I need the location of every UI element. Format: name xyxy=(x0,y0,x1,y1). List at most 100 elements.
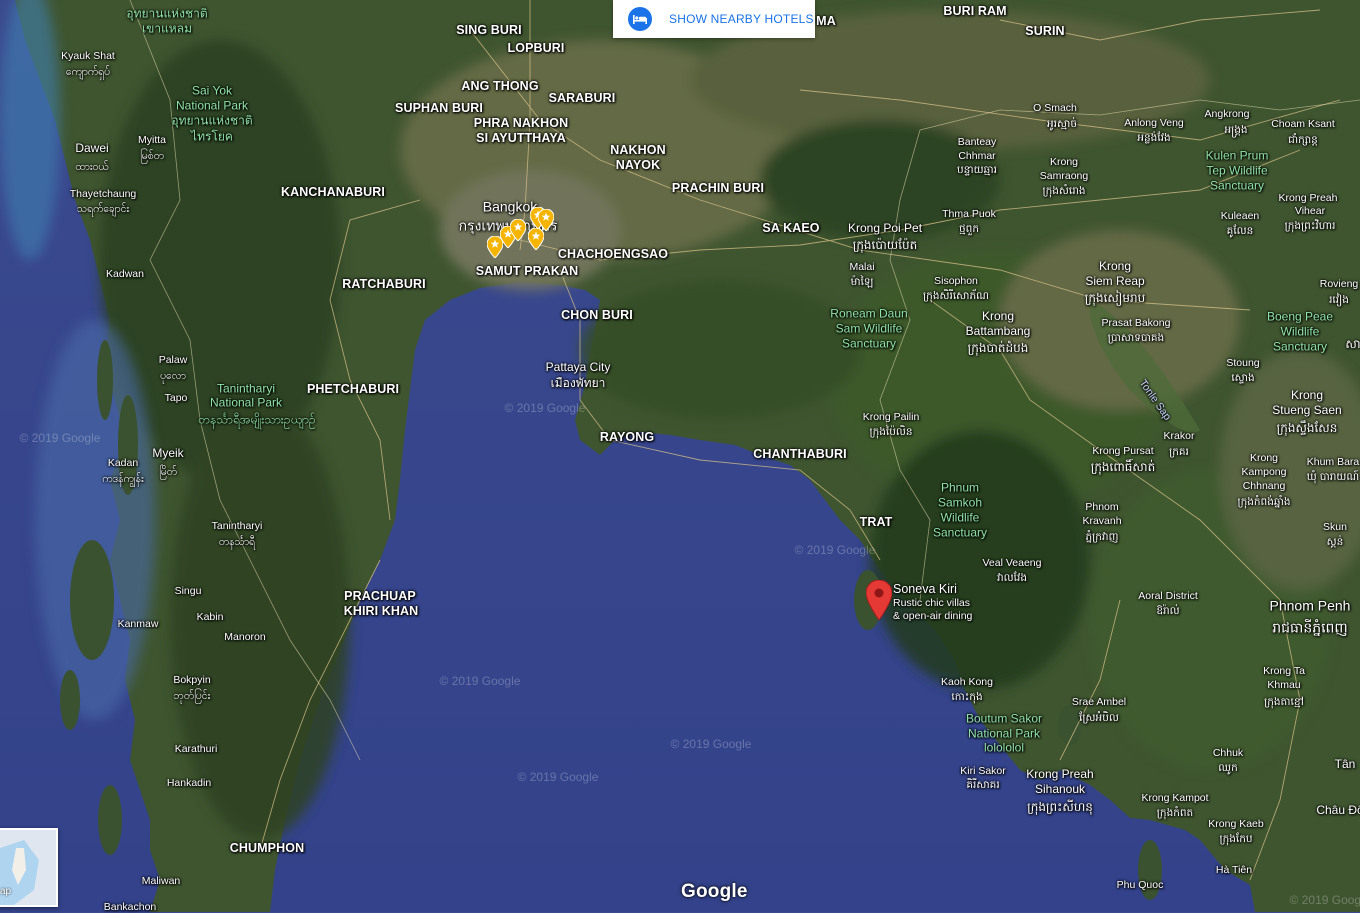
place-label-krong-samraong-km[interactable]: ក្រុងសំរោង xyxy=(1042,185,1085,197)
place-label-kulen-1[interactable]: Kulen Prum xyxy=(1206,149,1269,164)
place-label-krakor[interactable]: Krakor xyxy=(1164,430,1195,442)
place-label-prasat-bakong-km[interactable]: ប្រាសាទបាគង xyxy=(1108,332,1164,344)
place-label-krong-pailin-km[interactable]: ក្រុងប៉ៃលិន xyxy=(869,426,912,438)
place-label-roneam-3[interactable]: Sanctuary xyxy=(842,337,896,352)
place-label-krong-pursat-km[interactable]: ក្រុងពោធិ៍សាត់ xyxy=(1091,460,1156,474)
place-label-anlong-veng[interactable]: Anlong Veng xyxy=(1124,117,1184,129)
place-label-o-smach[interactable]: O Smach xyxy=(1033,102,1077,114)
place-label-battambang-1[interactable]: Krong xyxy=(982,309,1014,323)
show-nearby-hotels-button[interactable]: SHOW NEARBY HOTELS xyxy=(613,0,815,38)
place-label-krong-poi-pet-km[interactable]: ក្រុងប៉ោយប៉ែត xyxy=(853,238,918,252)
place-label-prachin-buri[interactable]: PRACHIN BURI xyxy=(672,181,764,195)
place-label-skun[interactable]: Skun xyxy=(1323,521,1347,533)
place-label-stoung-km[interactable]: ស្ទោង xyxy=(1231,372,1254,384)
place-label-krakor-km[interactable]: ក្រគរ xyxy=(1169,446,1189,458)
place-label-lopburi[interactable]: LOPBURI xyxy=(508,41,565,55)
place-label-thma-puok[interactable]: Thma Puok xyxy=(942,208,996,220)
place-label-krong-ta-khmau-1[interactable]: Krong Ta xyxy=(1263,665,1305,677)
place-label-chachoengsao[interactable]: CHACHOENGSAO xyxy=(558,247,668,261)
place-label-kiri-sakor-km[interactable]: គិរីសាគរ xyxy=(966,779,999,791)
place-label-ta-tien[interactable]: Tân xyxy=(1335,757,1356,771)
place-label-thayetchaung-my[interactable]: သရက်ချောင်း xyxy=(77,203,129,215)
place-label-phnum-samkoh-2[interactable]: Samkoh xyxy=(938,496,982,511)
place-label-tanintharyi[interactable]: Tanintharyi xyxy=(212,520,263,532)
place-label-kampong-chhnang-2[interactable]: Kampong xyxy=(1242,466,1287,478)
place-label-khum-bara-km[interactable]: ឃុំ បារាយណ៍ xyxy=(1307,471,1359,483)
place-label-sisophon[interactable]: Sisophon xyxy=(934,275,978,287)
place-label-boeng-peae-2[interactable]: Wildlife xyxy=(1281,325,1320,340)
place-label-ayutthaya-1[interactable]: PHRA NAKHON xyxy=(474,116,568,130)
place-label-tanintharyi-np-my[interactable]: တနင်္သာရီအမျိုးသားဥယျာဉ် xyxy=(198,413,315,428)
place-label-krong-pailin[interactable]: Krong Pailin xyxy=(863,411,920,423)
place-label-aoral-km[interactable]: ឱរ៉ាល់ xyxy=(1156,605,1179,617)
place-label-bokpyin-my[interactable]: ဘုတ်ပြင်း xyxy=(174,690,211,702)
place-label-dawei-my[interactable]: ထားဝယ် xyxy=(75,161,108,173)
place-label-samut-prakan[interactable]: SAMUT PRAKAN xyxy=(476,264,579,278)
place-label-skun-km[interactable]: ស្គន់ xyxy=(1327,536,1344,548)
place-label-thayetchaung[interactable]: Thayetchaung xyxy=(70,188,137,200)
place-label-rovieng[interactable]: Rovieng xyxy=(1320,278,1359,290)
place-label-thma-puok-km[interactable]: ថ្មពួក xyxy=(959,223,979,235)
place-label-sihanouk-2[interactable]: Sihanouk xyxy=(1035,782,1085,796)
place-label-srae-ambel-km[interactable]: ស្រែអំបិល xyxy=(1079,712,1119,724)
place-label-krong-samraong-1[interactable]: Krong xyxy=(1050,156,1078,168)
place-label-stoung[interactable]: Stoung xyxy=(1226,357,1259,369)
place-label-veal-veaeng-km[interactable]: វាលវែង xyxy=(997,572,1027,584)
place-label-nakhon-nayok-2[interactable]: NAYOK xyxy=(616,158,661,172)
place-label-siem-reap-1[interactable]: Krong xyxy=(1099,259,1131,273)
hotel-pin[interactable] xyxy=(509,218,527,242)
place-label-kuleaen[interactable]: Kuleaen xyxy=(1221,210,1260,222)
place-label-siem-reap-2[interactable]: Siem Reap xyxy=(1085,274,1144,288)
place-label-roneam-2[interactable]: Sam Wildlife xyxy=(836,322,903,337)
place-label-angkrong[interactable]: Angkrong xyxy=(1205,108,1250,120)
hotel-pin[interactable] xyxy=(537,208,555,232)
place-label-boutum-1[interactable]: Boutum Sakor xyxy=(966,712,1042,727)
place-label-battambang-km[interactable]: ក្រុងបាត់ដំបង xyxy=(968,341,1029,355)
place-label-phnom-kravanh-1[interactable]: Phnom xyxy=(1085,501,1118,513)
place-label-krong-preah-vihear-2[interactable]: Vihear xyxy=(1295,205,1325,217)
place-label-kampot-km[interactable]: ក្រុងកំពត xyxy=(1157,807,1193,819)
place-label-boutum-3[interactable]: lolololol xyxy=(984,741,1024,756)
place-label-krong-ta-khmau-km[interactable]: ក្រុងតាខ្មៅ xyxy=(1264,696,1304,708)
place-label-sai-yok-1[interactable]: Sai Yok xyxy=(192,84,232,99)
place-label-sa-kaeo[interactable]: SA KAEO xyxy=(762,221,819,235)
place-label-sai-yok-thai-1[interactable]: อุทยานแห่งชาติ xyxy=(171,114,252,129)
place-label-krong-pursat[interactable]: Krong Pursat xyxy=(1092,445,1153,457)
place-label-banteay-1[interactable]: Banteay xyxy=(958,136,997,148)
place-label-choam-ksant-km[interactable]: ជាំក្សាន្ត xyxy=(1288,134,1318,146)
place-label-chhuk[interactable]: Chhuk xyxy=(1213,747,1243,759)
place-label-tapo[interactable]: Tapo xyxy=(165,392,188,404)
place-label-sai-yok-thai-2[interactable]: ไทรโยค xyxy=(191,130,233,145)
place-label-kulen-2[interactable]: Tep Wildlife xyxy=(1206,164,1267,179)
place-label-chon-buri[interactable]: CHON BURI xyxy=(561,308,633,322)
place-label-kanmaw[interactable]: Kanmaw xyxy=(118,618,159,630)
place-label-kampong-chhnang-3[interactable]: Chhnang xyxy=(1243,480,1286,492)
place-label-palaw-my[interactable]: ပုလော xyxy=(160,370,186,382)
place-label-prachuap-2[interactable]: KHIRI KHAN xyxy=(344,604,419,618)
place-label-ratchaburi[interactable]: RATCHABURI xyxy=(342,277,425,291)
place-label-chumphon[interactable]: CHUMPHON xyxy=(230,841,304,855)
place-label-phnum-samkoh-3[interactable]: Wildlife xyxy=(941,511,980,526)
place-label-phnom-kravanh-km[interactable]: ភ្នំក្រវាញ xyxy=(1085,531,1118,543)
place-label-tanintharyi-my[interactable]: တနင်္သာရီ xyxy=(219,536,255,548)
selected-place-name[interactable]: Soneva Kiri xyxy=(893,582,957,596)
place-label-banteay-2[interactable]: Chhmar xyxy=(958,150,995,162)
place-label-singu[interactable]: Singu xyxy=(175,585,202,597)
place-label-o-smach-km[interactable]: អូរស្មាច់ xyxy=(1047,118,1077,130)
place-label-tanintharyi-np-1[interactable]: Tanintharyi xyxy=(217,382,275,397)
place-label-kanchanaburi[interactable]: KANCHANABURI xyxy=(281,185,385,199)
place-label-chhuk-km[interactable]: ឈូក xyxy=(1218,762,1237,774)
place-label-rovieng-km[interactable]: រវៀង xyxy=(1329,294,1349,306)
place-label-bankachon[interactable]: Bankachon xyxy=(104,901,157,913)
place-label-saraburi[interactable]: SARABURI xyxy=(549,91,616,105)
place-label-dawei[interactable]: Dawei xyxy=(75,141,108,155)
place-label-kulen-3[interactable]: Sanctuary xyxy=(1210,179,1264,194)
place-label-stueng-saen-km[interactable]: ក្រុងស្ទឹងសែន xyxy=(1277,421,1338,435)
place-label-srae-ambel[interactable]: Srae Ambel xyxy=(1072,696,1126,708)
place-label-prasat-bakong[interactable]: Prasat Bakong xyxy=(1102,317,1171,329)
place-label-sing-buri[interactable]: SING BURI xyxy=(456,23,522,37)
place-label-sihanouk-1[interactable]: Krong Preah xyxy=(1026,767,1093,781)
place-label-angkrong-km[interactable]: អង្គ្រង xyxy=(1224,124,1247,136)
place-label-kadan-my[interactable]: ကဒန်ကျွန်း xyxy=(102,473,143,485)
place-label-phnom-penh-km[interactable]: រាជធានីភ្នំពេញ xyxy=(1272,620,1348,637)
